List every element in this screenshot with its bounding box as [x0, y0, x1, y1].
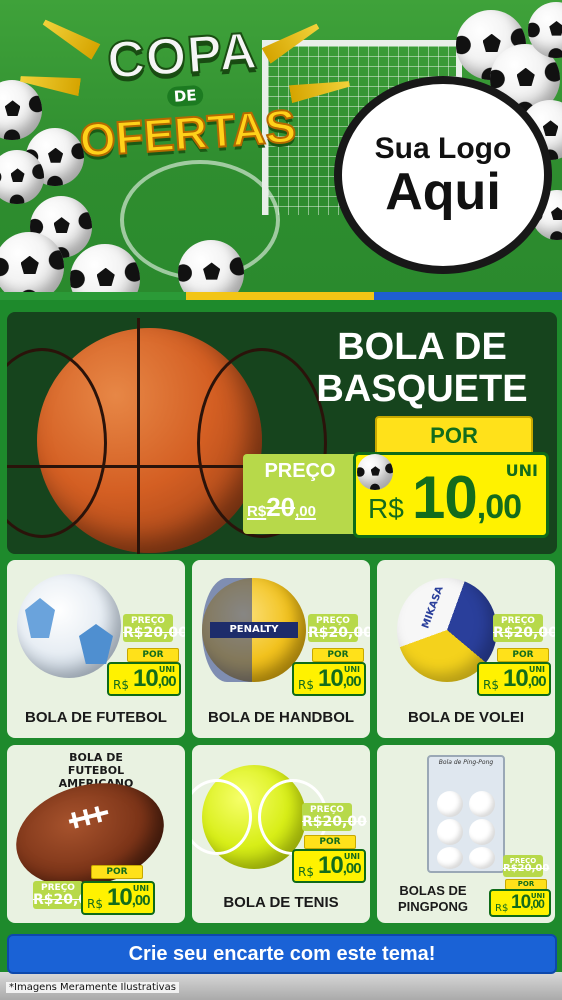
- handball-image: PENALTY: [202, 578, 306, 682]
- old-price-tag: PREÇO R$20,00: [308, 614, 370, 642]
- stripe-blue: [374, 292, 562, 300]
- por-label: POR: [312, 648, 364, 662]
- featured-price: 10,00: [412, 464, 522, 531]
- header-banner: COPA DE OFERTAS Sua Logo Aqui: [0, 0, 562, 298]
- product-card-handbol[interactable]: PENALTY PREÇO R$20,00 POR UNI R$ 10,00 BOL…: [192, 560, 370, 738]
- price-tag: UNI R$ 10,00: [81, 881, 155, 915]
- old-price-tag: PREÇO R$20,00: [493, 614, 555, 642]
- stripe-yellow: [186, 292, 374, 300]
- price-tag: UNI R$ 10,00: [489, 889, 551, 917]
- product-name: BOLAS DE PINGPONG: [397, 883, 469, 914]
- featured-preco-label: PREÇO: [264, 460, 336, 482]
- create-flyer-button[interactable]: Crie seu encarte com este tema!: [7, 934, 557, 974]
- por-label: POR: [127, 648, 179, 662]
- product-name: BOLA DE TENIS: [223, 894, 339, 911]
- product-name: BOLA DE HANDBOL: [207, 709, 355, 726]
- soccer-ball-image: [17, 574, 121, 678]
- product-card-futebol-americano[interactable]: BOLA DE FUTEBOL AMERICANO PREÇOR$20,00 P…: [7, 745, 185, 923]
- product-name: BOLA DE VOLEI: [407, 709, 525, 726]
- por-label: POR: [497, 648, 549, 662]
- price-tag: UNI R$ 10,00: [292, 662, 366, 696]
- soccer-ball-icon: [70, 244, 140, 298]
- handball-brand: PENALTY: [210, 622, 298, 638]
- product-card-futebol[interactable]: PREÇO R$20,00 POR UNI R$ 10,00 BOLA DE FUT…: [7, 560, 185, 738]
- product-name: BOLA DE FUTEBOL: [25, 709, 167, 726]
- product-card-pingpong[interactable]: Bola de Ping-Pong PREÇO R$20,00 POR UNI R$…: [377, 745, 555, 923]
- stripe-green: [0, 292, 186, 300]
- featured-product-name: BOLA DE BASQUETE: [316, 326, 528, 410]
- soccer-ball-icon: [357, 454, 393, 490]
- por-label: POR: [91, 865, 143, 879]
- featured-por-label: POR: [375, 416, 533, 456]
- tennis-ball-image: [192, 765, 328, 869]
- volleyball-brand: MIKASA: [420, 584, 446, 631]
- price-tag: UNI R$ 10,00: [107, 662, 181, 696]
- old-price-tag: PREÇO R$20,00: [503, 855, 549, 877]
- featured-old-price-tag: PREÇO R$20,00: [243, 454, 357, 534]
- old-price-tag: PREÇO R$20,00: [302, 803, 367, 831]
- pingpong-box-image: Bola de Ping-Pong: [427, 755, 505, 873]
- logo-text-line1: Sua Logo: [374, 132, 512, 165]
- featured-product-card[interactable]: BOLA DE BASQUETE POR PREÇO R$20,00 UNI R…: [7, 312, 557, 554]
- illustrative-images-note: *Imagens Meramente Ilustrativas: [6, 982, 179, 993]
- copa-de-ofertas-title: COPA DE OFERTAS: [56, 17, 315, 168]
- price-tag: UNI R$ 10,00: [477, 662, 551, 696]
- product-card-volei[interactable]: MIKASA PREÇO R$20,00 POR UNI R$ 10,00 BOLA…: [377, 560, 555, 738]
- old-price-tag: PREÇO R$20,00: [123, 614, 185, 642]
- logo-placeholder[interactable]: Sua Logo Aqui: [334, 76, 552, 274]
- price-tag: UNI R$ 10,00: [292, 849, 366, 883]
- basketball-image: [7, 318, 327, 554]
- soccer-ball-icon: [0, 80, 42, 140]
- old-price-tag: PREÇO R$20,00: [33, 881, 98, 909]
- featured-currency: R$: [368, 493, 404, 524]
- title-de: DE: [166, 84, 205, 108]
- pingpong-box-label: Bola de Ping-Pong: [438, 759, 494, 766]
- soccer-ball-icon: [178, 240, 244, 298]
- title-copa: COPA: [104, 21, 260, 91]
- por-label: POR: [304, 835, 356, 849]
- product-card-tenis[interactable]: PREÇO R$20,00 POR UNI R$ 10,00 BOLA DE TEN…: [192, 745, 370, 923]
- logo-text-line2: Aqui: [385, 163, 501, 221]
- featured-old-price: R$20,00: [247, 492, 316, 522]
